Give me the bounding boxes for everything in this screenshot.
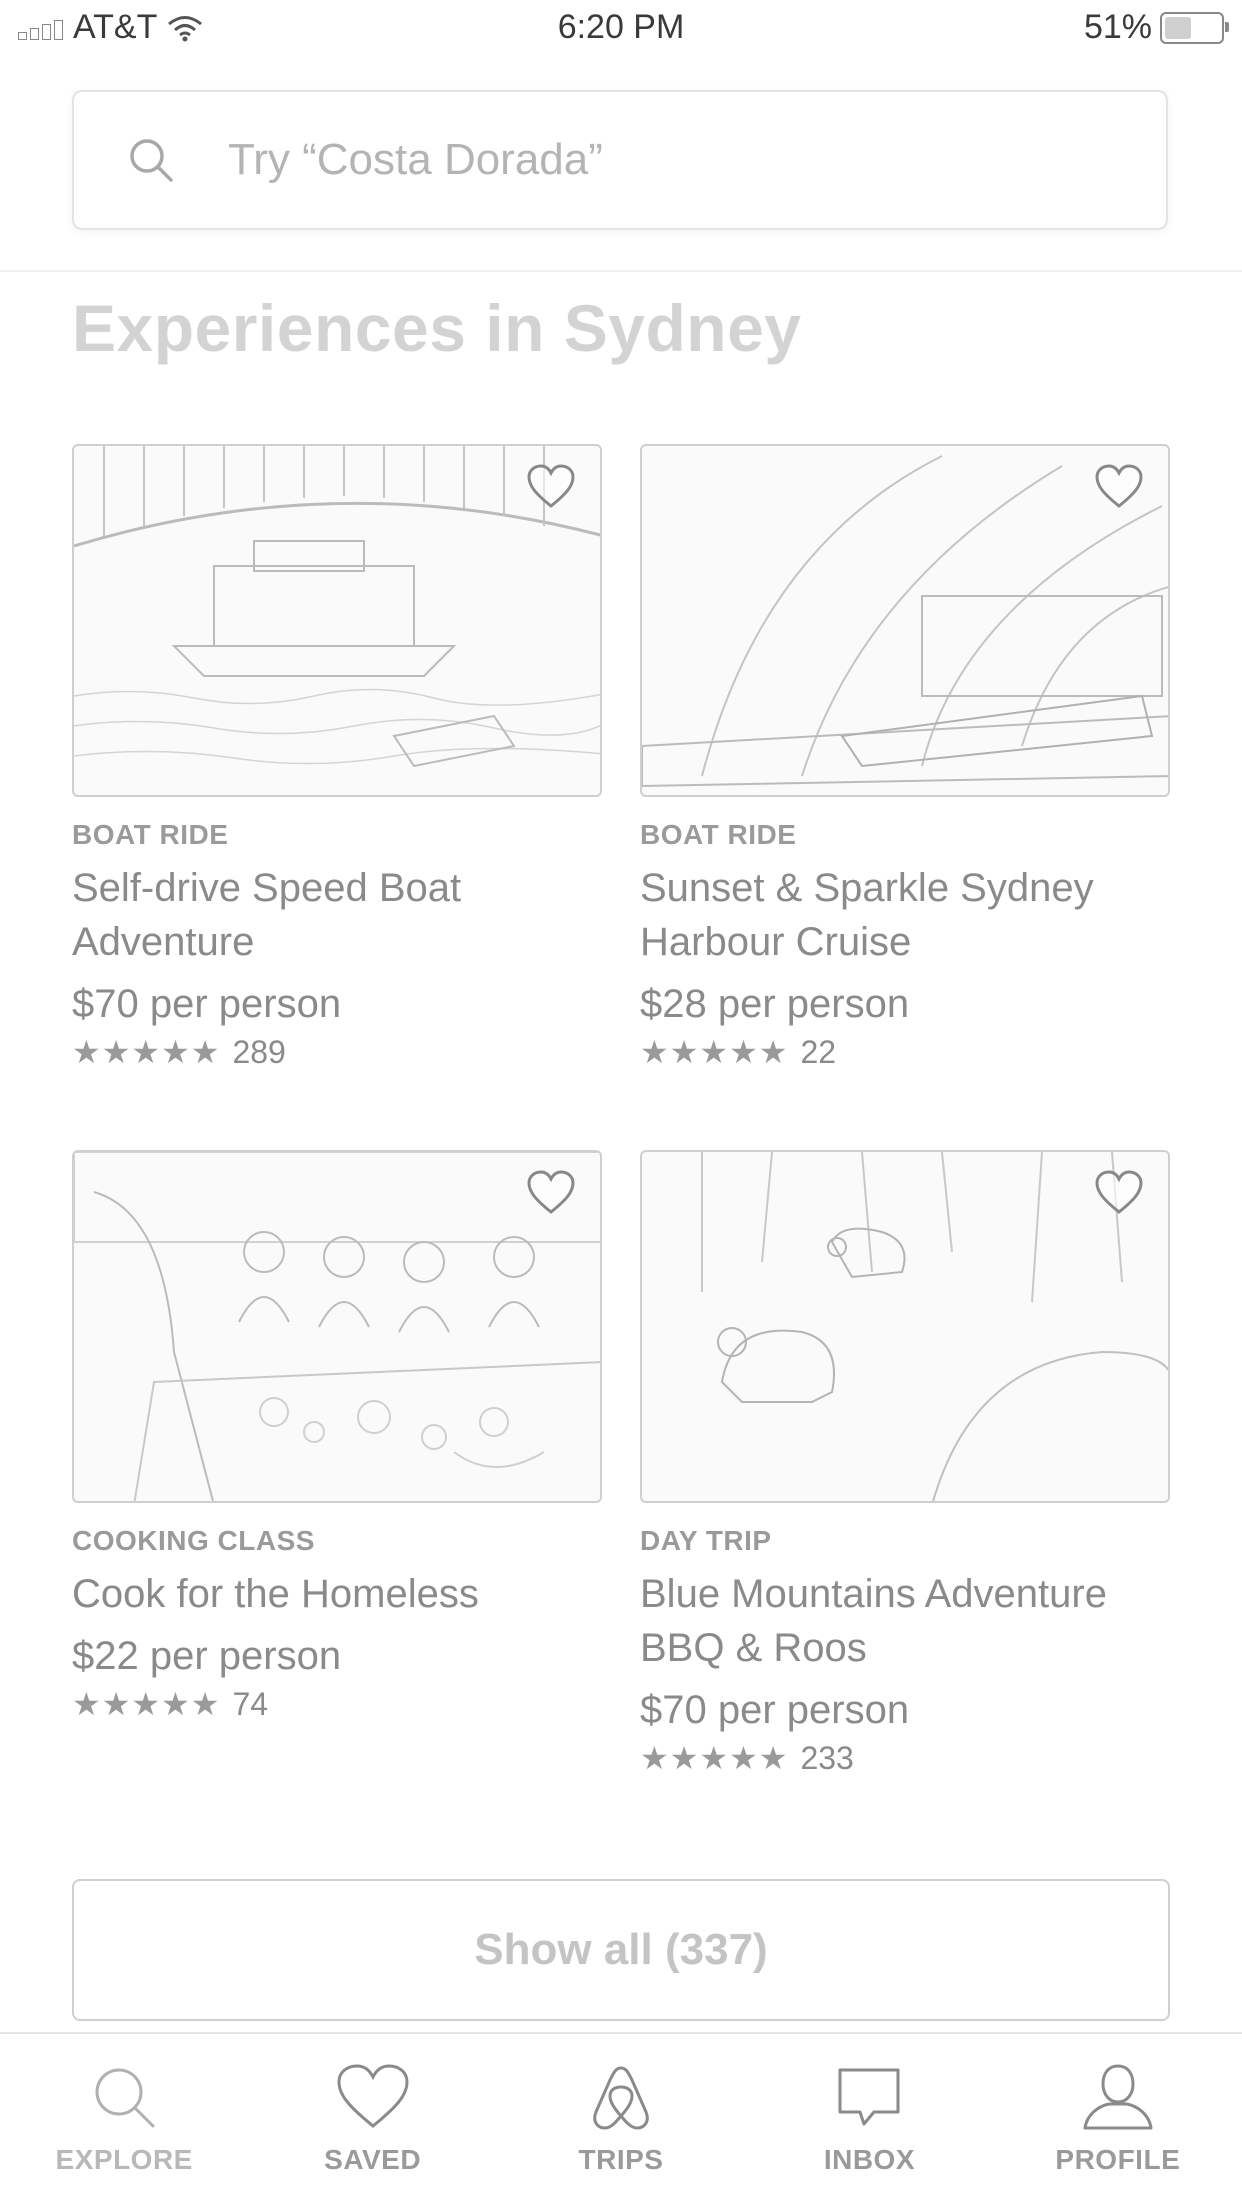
rating-stars: ★★★★★ xyxy=(640,1740,789,1776)
experience-title: Cook for the Homeless xyxy=(72,1572,479,1616)
rating-stars: ★★★★★ xyxy=(72,1686,221,1722)
experience-title: Blue Mountains Adventure BBQ & Roos xyxy=(640,1572,1107,1670)
chat-bubble-icon xyxy=(838,2068,900,2126)
experience-category: BOAT RIDE xyxy=(640,819,797,850)
experience-card[interactable]: DAY TRIP Blue Mountains Adventure BBQ & … xyxy=(640,1150,1170,1777)
experience-category: COOKING CLASS xyxy=(72,1525,315,1556)
tab-profile[interactable]: PROFILE xyxy=(994,2034,1242,2210)
tab-label: PROFILE xyxy=(1055,2144,1181,2175)
review-count: 233 xyxy=(800,1739,854,1776)
search-icon xyxy=(130,139,173,182)
review-count: 22 xyxy=(800,1033,837,1070)
experience-title: Sunset & Sparkle Sydney Harbour Cruise xyxy=(640,866,1094,964)
experience-category: BOAT RIDE xyxy=(72,819,229,850)
heart-icon[interactable] xyxy=(1094,1170,1144,1216)
tab-inbox[interactable]: INBOX xyxy=(745,2034,993,2210)
airbnb-logo-icon xyxy=(593,2066,649,2130)
experience-rating: ★★★★★ 233 xyxy=(640,1739,1170,1777)
experience-card[interactable]: COOKING CLASS Cook for the Homeless $22 … xyxy=(72,1150,602,1723)
review-count: 74 xyxy=(232,1685,269,1722)
experience-image xyxy=(640,444,1170,797)
heart-icon xyxy=(337,2064,409,2128)
experience-category: DAY TRIP xyxy=(640,1525,772,1556)
heart-icon[interactable] xyxy=(526,464,576,510)
experience-card[interactable]: BOAT RIDE Self-drive Speed Boat Adventur… xyxy=(72,444,602,1071)
search-icon xyxy=(95,2068,155,2128)
tab-label: TRIPS xyxy=(578,2144,664,2175)
experience-card[interactable]: BOAT RIDE Sunset & Sparkle Sydney Harbou… xyxy=(640,444,1170,1071)
tab-saved[interactable]: SAVED xyxy=(248,2034,496,2210)
status-right: 51% xyxy=(1083,8,1229,47)
tab-explore[interactable]: EXPLORE xyxy=(0,2034,248,2210)
battery-icon xyxy=(1160,11,1229,44)
experience-rating: ★★★★★ 22 xyxy=(640,1033,1170,1071)
experience-image xyxy=(640,1150,1170,1503)
section-title: Experiences in Sydney xyxy=(72,291,802,365)
battery-level xyxy=(1165,16,1191,39)
tab-label: INBOX xyxy=(823,2144,916,2175)
experience-price: $70 per person xyxy=(640,1688,910,1732)
show-all-button[interactable]: Show all (337) xyxy=(72,1879,1170,2021)
search-header: Try “Costa Dorada” xyxy=(0,62,1242,272)
rating-stars: ★★★★★ xyxy=(72,1034,221,1070)
status-bar: AT&T 6:20 PM 51% xyxy=(0,0,1242,62)
experience-price: $28 per person xyxy=(640,982,910,1026)
rating-stars: ★★★★★ xyxy=(640,1034,789,1070)
tab-label: SAVED xyxy=(324,2144,422,2175)
bottom-tab-bar: EXPLORE SAVED TRIPS INBOX PROFILE xyxy=(0,2032,1242,2210)
tab-trips[interactable]: TRIPS xyxy=(497,2034,745,2210)
heart-icon[interactable] xyxy=(1094,464,1144,510)
battery-percent: 51% xyxy=(1083,8,1152,46)
experience-price: $22 per person xyxy=(72,1634,342,1678)
experience-title: Self-drive Speed Boat Adventure xyxy=(72,866,462,964)
experience-image xyxy=(72,1150,602,1503)
review-count: 289 xyxy=(232,1033,286,1070)
experience-rating: ★★★★★ 74 xyxy=(72,1685,602,1723)
status-time: 6:20 PM xyxy=(557,8,685,46)
experience-rating: ★★★★★ 289 xyxy=(72,1033,602,1071)
experience-image xyxy=(72,444,602,797)
search-input[interactable]: Try “Costa Dorada” xyxy=(72,90,1168,230)
heart-icon[interactable] xyxy=(526,1170,576,1216)
experience-price: $70 per person xyxy=(72,982,342,1026)
search-placeholder: Try “Costa Dorada” xyxy=(228,135,603,184)
profile-icon xyxy=(1083,2064,1153,2130)
tab-label: EXPLORE xyxy=(55,2144,193,2175)
